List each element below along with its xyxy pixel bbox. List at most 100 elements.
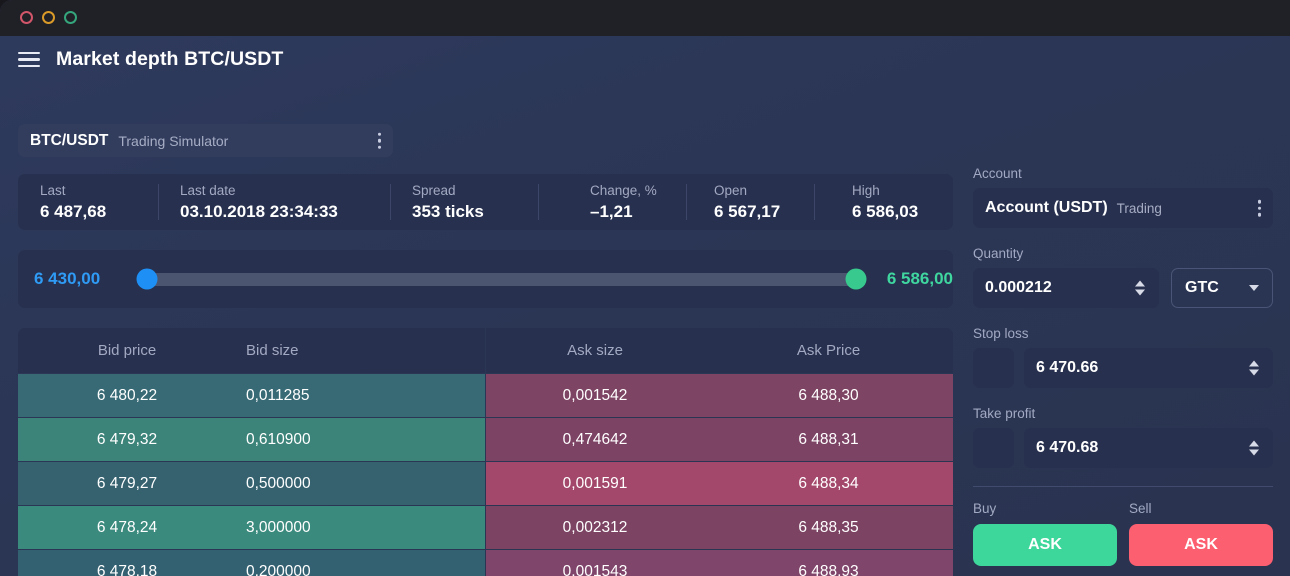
column-header-bid-price: Bid price <box>97 342 157 359</box>
take-profit-label: Take profit <box>973 406 1036 421</box>
ask-price-cell: 6 488,31 <box>798 430 859 448</box>
quantity-label: Quantity <box>973 246 1024 261</box>
stat-value: 6 586,03 <box>852 201 919 221</box>
app-topbar: Market depth BTC/USDT <box>18 48 283 71</box>
bid-size-cell: 0,500000 <box>246 474 311 492</box>
table-header-row: Bid price Bid size Ask size Ask Price <box>18 328 953 373</box>
chevron-down-icon <box>1249 285 1259 291</box>
stat-last: Last 6 487,68 <box>18 174 158 230</box>
account-label: Account <box>973 166 1022 181</box>
take-profit-row: 6 470.68 <box>973 428 1273 468</box>
stop-loss-value: 6 470.66 <box>1036 359 1099 376</box>
minimize-window-button[interactable] <box>42 11 55 24</box>
maximize-window-button[interactable] <box>64 11 77 24</box>
stop-loss-toggle[interactable] <box>973 348 1014 388</box>
take-profit-toggle[interactable] <box>973 428 1014 468</box>
stat-high: High 6 586,03 <box>814 174 953 230</box>
window-controls <box>20 11 77 24</box>
app-body: Market depth BTC/USDT BTC/USDT Trading S… <box>0 36 1290 576</box>
header-bid-half: Bid price Bid size <box>18 328 485 373</box>
table-row[interactable]: 6 480,22 0,011285 0,001542 6 488,30 <box>18 374 953 417</box>
bid-price-cell: 6 478,24 <box>96 518 158 536</box>
buy-ask-button[interactable]: ASK <box>973 524 1117 566</box>
symbol-selector-card[interactable]: BTC/USDT Trading Simulator <box>18 124 393 157</box>
ask-size-cell: 0,002312 <box>562 518 628 536</box>
stat-label: Spread <box>412 182 456 198</box>
panel-divider <box>973 486 1273 487</box>
bid-price-cell: 6 479,27 <box>96 474 158 492</box>
sell-column: Sell ASK <box>1129 501 1273 566</box>
ask-half[interactable]: 0,001543 6 488,93 <box>486 550 953 576</box>
market-depth-table: Bid price Bid size Ask size Ask Price 6 … <box>18 328 953 576</box>
range-high-value: 6 586,00 <box>886 269 953 288</box>
bid-price-cell: 6 479,32 <box>96 430 158 448</box>
take-profit-value: 6 470.68 <box>1036 439 1099 456</box>
quantity-row: 0.000212 GTC <box>973 268 1273 308</box>
ask-price-cell: 6 488,30 <box>798 386 859 404</box>
time-in-force-select[interactable]: GTC <box>1171 268 1273 308</box>
take-profit-stepper-icon[interactable] <box>1249 440 1259 456</box>
hamburger-icon[interactable] <box>18 51 40 68</box>
header-ask-half: Ask size Ask Price <box>486 328 953 373</box>
sell-ask-button[interactable]: ASK <box>1129 524 1273 566</box>
bid-price-cell: 6 480,22 <box>96 386 158 404</box>
stop-loss-label: Stop loss <box>973 326 1029 341</box>
account-value: Account (USDT) <box>985 199 1108 216</box>
symbol-kebab-menu-icon[interactable] <box>377 132 381 149</box>
stop-loss-row: 6 470.66 <box>973 348 1273 388</box>
ask-price-cell: 6 488,35 <box>798 518 859 536</box>
range-low-handle[interactable] <box>136 268 158 290</box>
stop-loss-input[interactable]: 6 470.66 <box>1024 348 1273 388</box>
price-range-slider-bar: 6 430,00 6 586,00 <box>18 250 953 308</box>
bid-size-cell: 3,000000 <box>246 518 311 536</box>
ask-half[interactable]: 0,474642 6 488,31 <box>486 418 953 461</box>
range-low-value: 6 430,00 <box>34 269 101 288</box>
stat-open: Open 6 567,17 <box>686 174 814 230</box>
table-row[interactable]: 6 479,27 0,500000 0,001591 6 488,34 <box>18 462 953 505</box>
table-row[interactable]: 6 478,18 0,200000 0,001543 6 488,93 <box>18 550 953 576</box>
bid-size-cell: 0,200000 <box>246 562 311 576</box>
stop-loss-stepper-icon[interactable] <box>1249 360 1259 376</box>
table-body: 6 480,22 0,011285 0,001542 6 488,30 6 479,32… <box>18 374 953 576</box>
range-slider-track[interactable] <box>136 268 867 290</box>
stat-value: –1,21 <box>590 201 633 221</box>
buy-label: Buy <box>973 501 997 516</box>
range-high-handle[interactable] <box>845 268 867 290</box>
stat-value: 6 567,17 <box>714 201 781 221</box>
order-entry-panel: Account Account (USDT) Trading Quantity … <box>973 166 1273 566</box>
stat-last-date: Last date 03.10.2018 23:34:33 <box>158 174 390 230</box>
bid-half[interactable]: 6 478,24 3,000000 <box>18 506 485 549</box>
quantity-stepper-icon[interactable] <box>1135 280 1145 296</box>
account-selector[interactable]: Account (USDT) Trading <box>973 188 1273 228</box>
ask-price-cell: 6 488,93 <box>798 562 859 576</box>
window-titlebar <box>0 0 1290 36</box>
app-window: Market depth BTC/USDT BTC/USDT Trading S… <box>0 0 1290 576</box>
symbol-name: BTC/USDT <box>30 131 109 149</box>
sell-label: Sell <box>1129 501 1152 516</box>
buy-sell-row: Buy ASK Sell ASK <box>973 501 1273 566</box>
bid-half[interactable]: 6 480,22 0,011285 <box>18 374 485 417</box>
table-row[interactable]: 6 479,32 0,610900 0,474642 6 488,31 <box>18 418 953 461</box>
quantity-value: 0.000212 <box>985 279 1052 296</box>
ask-price-cell: 6 488,34 <box>798 474 859 492</box>
stat-change: Change, % –1,21 <box>538 174 686 230</box>
bid-half[interactable]: 6 479,27 0,500000 <box>18 462 485 505</box>
account-subtitle: Trading <box>1116 200 1162 216</box>
bid-half[interactable]: 6 479,32 0,610900 <box>18 418 485 461</box>
ask-half[interactable]: 0,001542 6 488,30 <box>486 374 953 417</box>
buy-column: Buy ASK <box>973 501 1117 566</box>
account-kebab-menu-icon[interactable] <box>1257 199 1261 217</box>
table-row[interactable]: 6 478,24 3,000000 0,002312 6 488,35 <box>18 506 953 549</box>
ask-half[interactable]: 0,001591 6 488,34 <box>486 462 953 505</box>
take-profit-input[interactable]: 6 470.68 <box>1024 428 1273 468</box>
stat-label: Last date <box>180 182 236 198</box>
bid-half[interactable]: 6 478,18 0,200000 <box>18 550 485 576</box>
ask-half[interactable]: 0,002312 6 488,35 <box>486 506 953 549</box>
symbol-subtitle: Trading Simulator <box>118 132 229 149</box>
stat-label: Last <box>40 182 66 198</box>
stat-value: 6 487,68 <box>40 201 107 221</box>
ask-size-cell: 0,001543 <box>562 562 628 576</box>
quantity-input[interactable]: 0.000212 <box>973 268 1159 308</box>
bid-size-cell: 0,011285 <box>246 386 310 404</box>
close-window-button[interactable] <box>20 11 33 24</box>
